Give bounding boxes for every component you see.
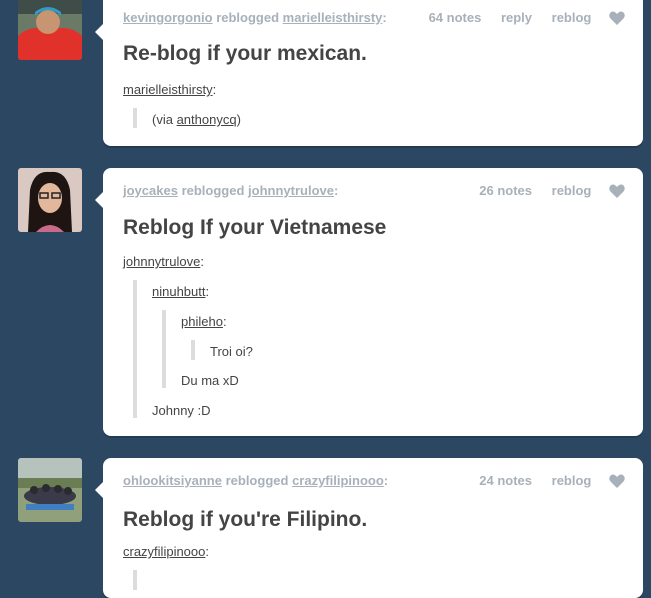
post-card: joycakes reblogged johnnytrulove: 26 not… [95,168,643,436]
source-blog-link[interactable]: crazyfilipinooo [292,473,384,488]
post-title: Reblog if you're Filipino. [123,508,368,531]
body-user-link[interactable]: marielleisthirsty [123,82,213,97]
post-header: ohlookitsiyanne reblogged crazyfilipinoo… [123,473,625,491]
colon: : [382,10,387,25]
reblogged-text: reblogged [216,10,280,25]
quote-bar [133,108,137,128]
avatar[interactable] [18,168,82,232]
blog-name-link[interactable]: joycakes [123,183,178,198]
reblog-link[interactable]: reblog [552,183,592,198]
colon: : [383,473,389,488]
source-blog-link[interactable]: johnnytrulove [248,183,334,198]
quote-text: Troi oi? [210,344,253,359]
reblogged-text: reblogged [181,183,245,198]
reblog-link[interactable]: reblog [552,473,592,488]
post-title: Re-blog if your mexican. [123,42,367,65]
avatar-girl-glasses [18,168,82,232]
quote-text: Johnny :D [152,403,211,418]
quote-text: Du ma xD [181,373,239,388]
post-card: ohlookitsiyanne reblogged crazyfilipinoo… [95,458,643,598]
notes-link[interactable]: 26 notes [479,183,532,198]
avatar[interactable] [18,0,82,60]
quoted-user-link[interactable]: phileho [181,314,223,329]
blog-name-link[interactable]: ohlookitsiyanne [123,473,222,488]
post-card: kevingorgonio reblogged marielleisthirst… [95,0,643,146]
post-header: joycakes reblogged johnnytrulove: 26 not… [123,183,625,201]
post-header: kevingorgonio reblogged marielleisthirst… [123,10,625,28]
heart-icon[interactable] [609,474,625,488]
heart-icon[interactable] [609,11,625,25]
quote-bar [133,570,137,590]
reply-link[interactable]: reply [501,10,532,25]
blog-name-link[interactable]: kevingorgonio [123,10,213,25]
body-user-link[interactable]: johnnytrulove [123,254,200,269]
reblog-link[interactable]: reblog [552,10,592,25]
quoted-user-link[interactable]: ninuhbutt [152,284,206,299]
source-blog-link[interactable]: marielleisthirsty [283,10,383,25]
quote-bar [162,310,166,388]
colon: : [333,183,339,198]
body-user-link[interactable]: crazyfilipinooo [123,544,205,559]
avatar-red-shirt-guy [18,0,82,60]
post-title: Reblog If your Vietnamese [123,216,387,239]
reblogged-text: reblogged [225,473,289,488]
notes-link[interactable]: 64 notes [429,10,482,25]
avatar[interactable] [18,458,82,522]
avatar-group-photo [18,458,82,522]
heart-icon[interactable] [609,184,625,198]
quote-bar [191,340,195,360]
via-text: (via [152,112,173,127]
notes-link[interactable]: 24 notes [479,473,532,488]
via-user-link[interactable]: anthonycq [177,112,237,127]
quote-bar [133,280,137,418]
